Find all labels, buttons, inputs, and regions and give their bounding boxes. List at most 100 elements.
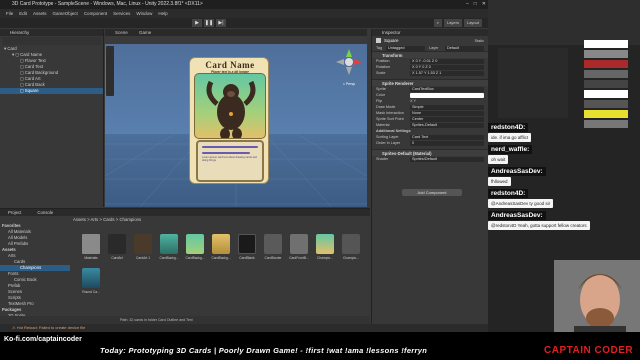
asset-item[interactable]: CardBackg...: [182, 234, 208, 266]
scene-viewport[interactable]: Card Name Player text is a bit longer Lo…: [105, 44, 367, 207]
menu-file[interactable]: File: [6, 9, 13, 18]
chat-message: AndreasSasDev: fhllowed: [488, 164, 640, 186]
main-toolbar: [0, 18, 488, 28]
close-icon[interactable]: ✕: [482, 1, 486, 7]
chat-text: @AndreasSasDev ty good sir: [488, 199, 554, 208]
gorilla-thumbnail-icon: [134, 234, 152, 254]
scene-panel: Scene Game Card Name Player text is a bi…: [105, 29, 367, 207]
asset-item[interactable]: Round Ca...: [78, 268, 104, 300]
search-icon[interactable]: ⌕: [433, 19, 442, 27]
hierarchy-search-input[interactable]: [2, 37, 101, 45]
chat-username: AndreasSasDev:: [488, 167, 546, 176]
card-preview[interactable]: Card Name Player text is a bit longer Lo…: [189, 57, 269, 184]
swatch[interactable]: [584, 70, 628, 78]
menu-component[interactable]: Component: [84, 9, 107, 18]
color-field[interactable]: [410, 92, 484, 98]
asset-item[interactable]: CardArt: [104, 234, 130, 266]
axis-gizmo-icon: [336, 49, 362, 75]
layout-dropdown[interactable]: Layout: [463, 19, 482, 27]
draw-mode-dropdown[interactable]: Simple: [410, 104, 484, 110]
tab-console[interactable]: Console: [29, 209, 61, 216]
hierarchy-item-label: Card Text: [24, 64, 44, 69]
persp-label[interactable]: < Persp: [335, 82, 363, 86]
kofi-link[interactable]: Ko-fi.com/captaincoder: [4, 336, 82, 343]
hierarchy-item-selected[interactable]: ◻ Square: [0, 88, 103, 94]
swatch[interactable]: [584, 100, 628, 108]
menu-gameobject[interactable]: GameObject: [53, 9, 78, 18]
menu-help[interactable]: Help: [158, 9, 167, 18]
position-field[interactable]: X 0 Y -0.01 Z 0: [410, 58, 484, 64]
swatch[interactable]: [584, 60, 628, 68]
menu-services[interactable]: Services: [113, 9, 130, 18]
sorting-layer-dropdown[interactable]: Card Text: [410, 134, 484, 140]
breadcrumb[interactable]: Assets > Arts > Cards > Champions: [73, 217, 141, 222]
hierarchy-item-label: Square: [24, 88, 39, 93]
card-background-icon: [160, 234, 178, 254]
hierarchy-item-label: Card Background: [24, 70, 59, 75]
asset-item[interactable]: CardBackg...: [208, 234, 234, 266]
chat-username: nerd_waffle:: [488, 145, 533, 154]
pause-icon[interactable]: ❚❚: [204, 19, 214, 27]
minimize-icon[interactable]: –: [466, 1, 469, 7]
menu-edit[interactable]: Edit: [19, 9, 27, 18]
menu-window[interactable]: Window: [136, 9, 152, 18]
active-checkbox[interactable]: [376, 38, 381, 43]
folder-icon: [82, 234, 100, 254]
tag-dropdown[interactable]: Untagged: [386, 45, 425, 51]
shader-dropdown[interactable]: Sprites/Default: [410, 156, 484, 162]
material-field[interactable]: Sprites-Default: [410, 122, 484, 128]
transform-section[interactable]: Transform: [372, 51, 488, 58]
asset-item[interactable]: CardArt 1: [130, 234, 156, 266]
asset-item[interactable]: CardBorder: [260, 234, 286, 266]
swatch[interactable]: [584, 80, 628, 88]
asset-item[interactable]: CardBackg...: [156, 234, 182, 266]
unity-editor-window: 3D Card Prototype - SampleScene - Window…: [0, 0, 488, 332]
asset-label: Champio...: [343, 256, 359, 260]
flip-toggles[interactable]: X Y: [410, 98, 416, 104]
inspector-tab[interactable]: Inspector: [372, 29, 488, 36]
scene-gizmo[interactable]: < Persp: [335, 48, 363, 88]
asset-item[interactable]: Champio...: [312, 234, 338, 266]
play-icon[interactable]: ▶: [192, 19, 202, 27]
sprite-field[interactable]: CardTextBox: [410, 86, 484, 92]
step-icon[interactable]: ▶|: [216, 19, 226, 27]
sort-point-dropdown[interactable]: Center: [410, 116, 484, 122]
asset-item[interactable]: Materials: [78, 234, 104, 266]
hierarchy-tab[interactable]: Hierarchy: [0, 29, 103, 36]
swatch[interactable]: [584, 50, 628, 58]
menu-assets[interactable]: Assets: [33, 9, 47, 18]
tab-game[interactable]: Game: [129, 30, 151, 35]
object-name-field[interactable]: Square: [384, 38, 472, 43]
scale-field[interactable]: X 1.57 Y 1.53 Z 1: [410, 70, 484, 76]
sprite-renderer-section[interactable]: Sprite Renderer: [372, 79, 488, 86]
maximize-icon[interactable]: □: [474, 1, 477, 7]
shader-row: Shader Sprites/Default: [372, 156, 488, 162]
rotation-field[interactable]: X 0 Y 0 Z 0: [410, 64, 484, 70]
asset-item[interactable]: Champio...: [338, 234, 364, 266]
status-message[interactable]: Hot Reload: Failed to create device file: [17, 325, 86, 330]
order-field[interactable]: 0: [410, 140, 484, 146]
layers-dropdown[interactable]: Layers: [443, 19, 462, 27]
card-front-icon: [290, 234, 308, 254]
tab-project[interactable]: Project: [0, 209, 29, 216]
window-title-bar: 3D Card Prototype - SampleScene - Window…: [0, 0, 488, 9]
static-toggle[interactable]: Static: [475, 39, 489, 43]
hierarchy-item-label: Card Name: [20, 52, 43, 57]
swatch[interactable]: [584, 110, 628, 118]
asset-item[interactable]: CardFrontB...: [286, 234, 312, 266]
tab-scene[interactable]: Scene: [105, 30, 128, 35]
asset-label: CardBlank: [239, 256, 255, 260]
asset-label: CardBackg...: [211, 256, 231, 260]
asset-label: Round Ca...: [82, 290, 100, 294]
chat-text: ide. if ima go afflict: [488, 133, 532, 142]
scene-tool-palette[interactable]: [106, 46, 114, 96]
swatch[interactable]: [584, 40, 628, 48]
asset-item[interactable]: CardBlank: [234, 234, 260, 266]
mask-interaction-dropdown[interactable]: None: [410, 110, 484, 116]
layer-dropdown[interactable]: Default: [445, 45, 484, 51]
swatch[interactable]: [584, 90, 628, 98]
card-text: Lorem ipsum card text about drawing card…: [202, 156, 257, 162]
asset-label: CardArt: [111, 256, 123, 260]
material-section[interactable]: Sprites-Default (Material): [372, 149, 488, 156]
add-component-button[interactable]: Add Component: [402, 189, 462, 196]
